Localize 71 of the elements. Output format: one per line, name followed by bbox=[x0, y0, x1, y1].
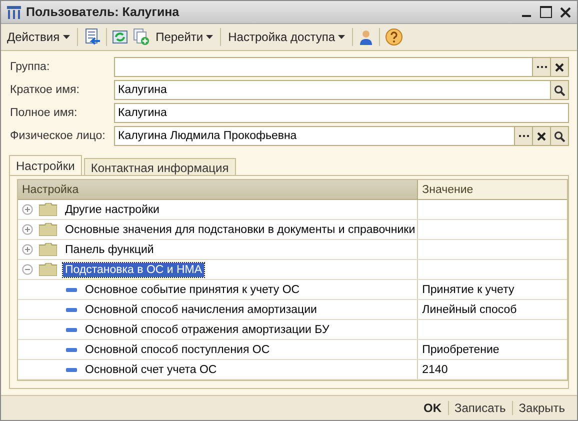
expand-icon[interactable] bbox=[22, 224, 33, 235]
field-label: Физическое лицо: bbox=[10, 130, 106, 142]
caret-icon bbox=[338, 35, 346, 39]
dash-icon bbox=[66, 328, 77, 332]
tab[interactable]: Настройки bbox=[9, 155, 82, 175]
help-icon[interactable] bbox=[385, 28, 404, 46]
expand-icon[interactable] bbox=[22, 204, 33, 215]
close-icon bbox=[537, 132, 546, 140]
search-icon bbox=[554, 130, 565, 142]
menu-button[interactable]: Настройка доступа bbox=[226, 28, 348, 46]
field-label: Группа: bbox=[10, 61, 51, 73]
caret-icon bbox=[62, 35, 70, 39]
input-field[interactable]: Калугина bbox=[114, 80, 569, 100]
setting-value: Приобретение bbox=[422, 344, 500, 356]
dialog-button[interactable]: Закрыть bbox=[512, 401, 571, 415]
document-arrow-icon[interactable] bbox=[82, 28, 101, 46]
setting-name[interactable]: Основной способ поступления ОС bbox=[83, 342, 272, 356]
folder-icon bbox=[39, 203, 57, 216]
setting-name[interactable]: Подстановка в ОС и НМА bbox=[63, 262, 204, 276]
field-value: Калугина bbox=[118, 107, 167, 119]
choose-button[interactable] bbox=[532, 58, 550, 76]
maximize-icon[interactable] bbox=[540, 6, 552, 18]
refresh-icon[interactable] bbox=[112, 29, 128, 45]
column-header[interactable]: Настройка bbox=[18, 180, 418, 200]
setting-name[interactable]: Основной счет учета ОС bbox=[83, 362, 219, 376]
user-icon[interactable] bbox=[358, 29, 374, 45]
setting-name[interactable]: Панель функций bbox=[63, 242, 156, 256]
folder-icon bbox=[39, 243, 57, 256]
search-button[interactable] bbox=[550, 81, 568, 99]
dash-icon bbox=[66, 348, 77, 352]
field-value: Калугина bbox=[118, 84, 167, 96]
menu-button[interactable]: Перейти bbox=[154, 28, 216, 46]
caret-icon bbox=[206, 35, 214, 39]
collapse-icon[interactable] bbox=[22, 264, 33, 275]
search-icon bbox=[554, 84, 565, 96]
input-field[interactable]: Калугина bbox=[114, 103, 569, 123]
ellipsis-icon bbox=[536, 66, 546, 68]
choose-button[interactable] bbox=[514, 127, 532, 145]
close-icon bbox=[555, 62, 564, 72]
dash-icon bbox=[66, 368, 77, 372]
tab[interactable]: Контактная информация bbox=[84, 158, 236, 175]
window-title: Пользователь: Калугина bbox=[26, 5, 180, 19]
setting-value: Линейный способ bbox=[422, 304, 517, 316]
expand-icon[interactable] bbox=[22, 244, 33, 255]
setting-name[interactable]: Основные значения для подстановки в документы и справочники bbox=[63, 222, 418, 236]
dash-icon bbox=[66, 288, 77, 292]
folder-icon bbox=[39, 223, 57, 236]
setting-name[interactable]: Другие настройки bbox=[63, 202, 162, 216]
input-field[interactable] bbox=[114, 57, 569, 77]
setting-value: 2140 bbox=[422, 364, 448, 376]
setting-name[interactable]: Основное событие принятия к учету ОС bbox=[83, 282, 302, 296]
setting-name[interactable]: Основной способ начисления амортизации bbox=[83, 302, 319, 316]
dash-icon bbox=[66, 308, 77, 312]
field-label: Краткое имя: bbox=[10, 84, 80, 96]
ellipsis-icon bbox=[518, 134, 528, 138]
menu-button[interactable]: Действия bbox=[5, 28, 72, 46]
column-header[interactable]: Значение bbox=[417, 180, 568, 200]
search-button[interactable] bbox=[550, 127, 568, 145]
setting-name[interactable]: Основной способ отражения амортизации БУ bbox=[83, 322, 332, 336]
field-value: Калугина Людмила Прокофьевна bbox=[118, 130, 297, 142]
folder-icon bbox=[39, 263, 57, 276]
input-field[interactable]: Калугина Людмила Прокофьевна bbox=[114, 126, 569, 146]
dialog-button[interactable]: OK bbox=[418, 401, 448, 415]
field-label: Полное имя: bbox=[10, 107, 78, 119]
copy-add-icon[interactable] bbox=[132, 28, 150, 46]
clear-button[interactable] bbox=[550, 58, 568, 76]
setting-value: Принятие к учету bbox=[422, 284, 514, 296]
clear-button[interactable] bbox=[532, 127, 550, 145]
window-icon bbox=[7, 6, 21, 18]
close-icon[interactable] bbox=[560, 6, 571, 18]
dialog-button[interactable]: Записать bbox=[448, 401, 512, 415]
